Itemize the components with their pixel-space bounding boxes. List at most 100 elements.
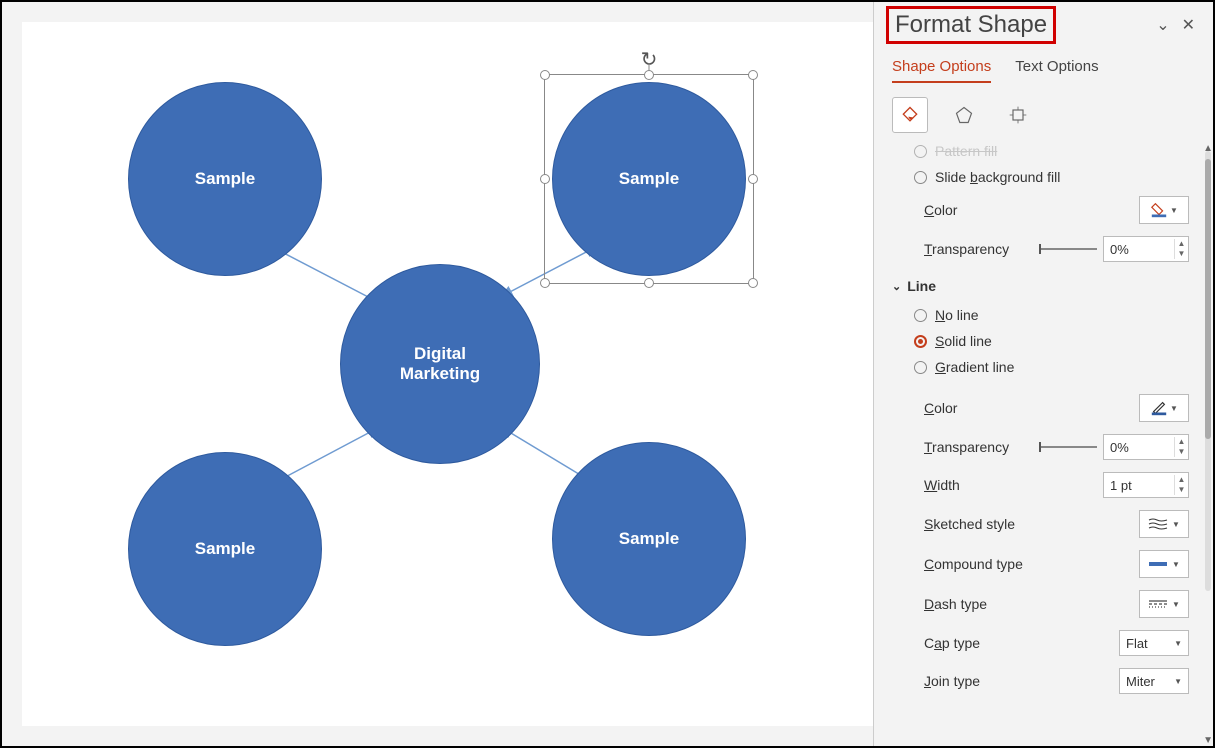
app-window: Sample Sample Digital Marketing Sample S… xyxy=(0,0,1215,748)
format-shape-panel: Format Shape ⌄ ✕ Shape Options Text Opti… xyxy=(873,2,1213,746)
radio-icon xyxy=(914,171,927,184)
selection-handle[interactable] xyxy=(644,70,654,80)
line-transparency-spinner[interactable]: 0% ▲▼ xyxy=(1103,434,1189,460)
cap-type-row: Cap type Flat ▼ xyxy=(888,624,1189,662)
fill-line-category-icon[interactable] xyxy=(892,97,928,133)
selection-handle[interactable] xyxy=(540,70,550,80)
line-width-spinner[interactable]: 1 pt ▲▼ xyxy=(1103,472,1189,498)
option-label: No line xyxy=(935,307,979,323)
panel-scrollbar-track[interactable] xyxy=(1205,151,1211,591)
dash-type-dropdown[interactable]: ▼ xyxy=(1139,590,1189,618)
category-icons xyxy=(874,83,1213,143)
line-color-row: Color ▼ xyxy=(888,388,1189,428)
chevron-down-icon: ▼ xyxy=(1172,600,1180,609)
radio-icon xyxy=(914,361,927,374)
radio-icon xyxy=(914,309,927,322)
selection-box[interactable]: ↻ xyxy=(544,74,754,284)
prop-label: Cap type xyxy=(924,635,980,651)
chevron-down-icon: ▼ xyxy=(1174,677,1182,686)
line-transparency-row: Transparency 0% ▲▼ xyxy=(888,428,1189,466)
shape-label: Sample xyxy=(195,169,255,189)
option-label: Slide background fill xyxy=(935,169,1060,185)
shape-label: Sample xyxy=(619,529,679,549)
line-gradient-option[interactable]: Gradient line xyxy=(888,354,1189,380)
selection-handle[interactable] xyxy=(540,278,550,288)
line-none-option[interactable]: No line xyxy=(888,302,1189,328)
sketched-style-dropdown[interactable]: ▼ xyxy=(1139,510,1189,538)
panel-scrollbar-thumb[interactable] xyxy=(1205,159,1211,439)
shape-circle-center[interactable]: Digital Marketing xyxy=(340,264,540,464)
selection-handle[interactable] xyxy=(748,278,758,288)
chevron-down-icon: ▼ xyxy=(1170,404,1178,413)
dropdown-value: Flat xyxy=(1126,636,1148,651)
selection-handle[interactable] xyxy=(748,70,758,80)
panel-header: Format Shape ⌄ ✕ xyxy=(874,2,1213,44)
tab-text-options[interactable]: Text Options xyxy=(1015,58,1098,83)
line-section-header[interactable]: ⌄ Line xyxy=(888,268,1189,302)
prop-label: Color xyxy=(924,202,957,218)
effects-category-icon[interactable] xyxy=(946,97,982,133)
chevron-down-icon: ▼ xyxy=(1172,520,1180,529)
transparency-spinner[interactable]: 0% ▲▼ xyxy=(1103,236,1189,262)
shape-label: Digital Marketing xyxy=(400,344,480,384)
cap-type-dropdown[interactable]: Flat ▼ xyxy=(1119,630,1189,656)
prop-label: Color xyxy=(924,400,957,416)
spin-down-icon[interactable]: ▼ xyxy=(1175,485,1188,495)
transparency-slider[interactable] xyxy=(1039,248,1097,250)
prop-label: Sketched style xyxy=(924,516,1015,532)
panel-close-icon[interactable]: ✕ xyxy=(1176,15,1201,35)
section-title: Line xyxy=(907,278,936,294)
slide-canvas-area[interactable]: Sample Sample Digital Marketing Sample S… xyxy=(22,22,873,726)
shape-circle-bottom-left[interactable]: Sample xyxy=(128,452,322,646)
panel-title: Format Shape xyxy=(889,9,1053,41)
line-width-row: Width 1 pt ▲▼ xyxy=(888,466,1189,504)
prop-label: Transparency xyxy=(924,439,1009,455)
fill-color-row: Color ▼ xyxy=(888,190,1189,230)
fill-slide-bg-option[interactable]: Slide background fill xyxy=(888,164,1189,190)
spin-up-icon[interactable]: ▲ xyxy=(1175,239,1188,249)
slide-canvas[interactable]: Sample Sample Digital Marketing Sample S… xyxy=(22,22,873,726)
fill-color-button[interactable]: ▼ xyxy=(1139,196,1189,224)
compound-type-dropdown[interactable]: ▼ xyxy=(1139,550,1189,578)
spin-down-icon[interactable]: ▼ xyxy=(1175,249,1188,259)
panel-scroll-area[interactable]: ▲ Pattern fill Slide background fill Col… xyxy=(874,143,1213,746)
size-category-icon[interactable] xyxy=(1000,97,1036,133)
sketched-style-row: Sketched style ▼ xyxy=(888,504,1189,544)
prop-label: Width xyxy=(924,477,960,493)
dash-type-row: Dash type ▼ xyxy=(888,584,1189,624)
prop-label: Join type xyxy=(924,673,980,689)
spin-up-icon[interactable]: ▲ xyxy=(1175,475,1188,485)
option-label: Pattern fill xyxy=(935,143,997,159)
join-type-dropdown[interactable]: Miter ▼ xyxy=(1119,668,1189,694)
chevron-down-icon: ▼ xyxy=(1174,639,1182,648)
compound-type-row: Compound type ▼ xyxy=(888,544,1189,584)
shape-label: Sample xyxy=(195,539,255,559)
dropdown-value: Miter xyxy=(1126,674,1155,689)
spin-down-icon[interactable]: ▼ xyxy=(1175,447,1188,457)
shape-circle-top-left[interactable]: Sample xyxy=(128,82,322,276)
tab-shape-options[interactable]: Shape Options xyxy=(892,58,991,83)
option-label: Gradient line xyxy=(935,359,1014,375)
prop-label: Compound type xyxy=(924,556,1023,572)
prop-label: Dash type xyxy=(924,596,987,612)
radio-selected-icon xyxy=(914,335,927,348)
selection-handle[interactable] xyxy=(540,174,550,184)
fill-pattern-option[interactable]: Pattern fill xyxy=(888,143,1189,164)
shape-circle-bottom-right[interactable]: Sample xyxy=(552,442,746,636)
spin-value: 0% xyxy=(1104,440,1174,455)
chevron-down-icon: ▼ xyxy=(1172,560,1180,569)
scroll-down-arrow-icon[interactable]: ▼ xyxy=(1203,735,1213,746)
join-type-row: Join type Miter ▼ xyxy=(888,662,1189,700)
chevron-down-icon: ⌄ xyxy=(892,280,901,293)
panel-collapse-icon[interactable]: ⌄ xyxy=(1150,15,1175,35)
selection-handle[interactable] xyxy=(748,174,758,184)
line-color-button[interactable]: ▼ xyxy=(1139,394,1189,422)
spin-value: 0% xyxy=(1104,242,1174,257)
chevron-down-icon: ▼ xyxy=(1170,206,1178,215)
prop-label: Transparency xyxy=(924,241,1009,257)
line-solid-option[interactable]: Solid line xyxy=(888,328,1189,354)
fill-transparency-row: Transparency 0% ▲▼ xyxy=(888,230,1189,268)
spin-up-icon[interactable]: ▲ xyxy=(1175,437,1188,447)
selection-handle[interactable] xyxy=(644,278,654,288)
line-transparency-slider[interactable] xyxy=(1039,446,1097,448)
